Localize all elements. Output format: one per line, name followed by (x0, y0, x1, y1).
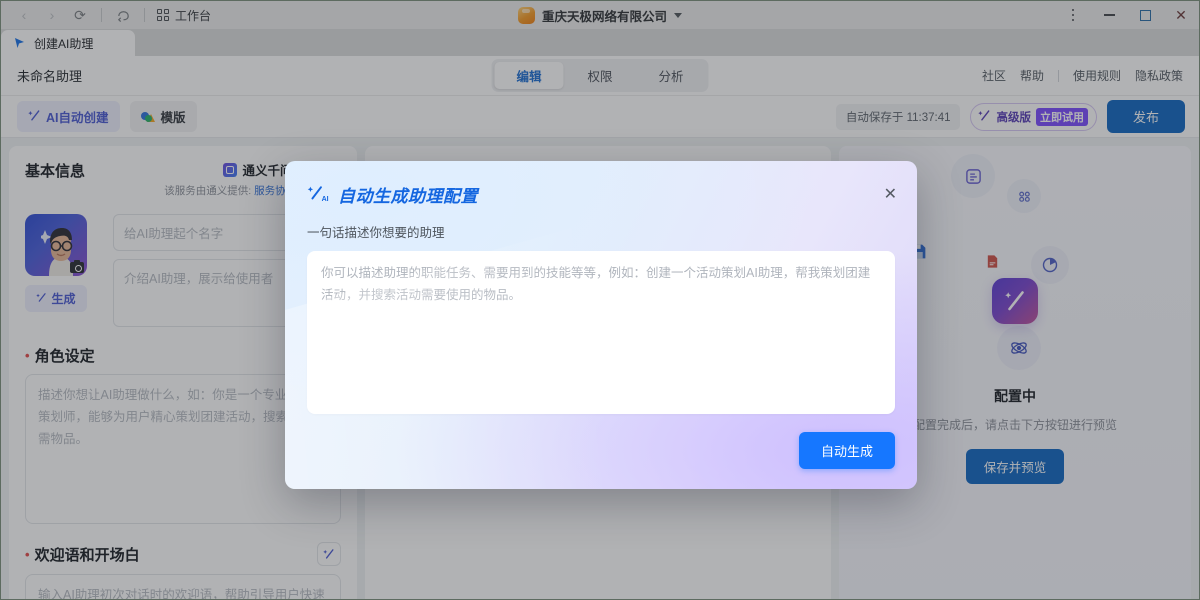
svg-text:AI: AI (322, 196, 329, 203)
dialog-footer: 自动生成 (285, 414, 917, 469)
dialog-header: AI 自动生成助理配置 ✕ (285, 161, 917, 207)
dialog-title: 自动生成助理配置 (338, 182, 478, 207)
auto-generate-button[interactable]: 自动生成 (799, 432, 895, 469)
dialog-field-label: 一句话描述你想要的助理 (285, 207, 917, 241)
ai-sparkle-icon: AI (307, 185, 329, 204)
assistant-description-textarea[interactable]: 你可以描述助理的职能任务、需要用到的技能等等，例如：创建一个活动策划AI助理，帮… (307, 251, 895, 414)
close-icon[interactable]: ✕ (884, 187, 897, 203)
auto-generate-config-dialog: AI 自动生成助理配置 ✕ 一句话描述你想要的助理 你可以描述助理的职能任务、需… (285, 161, 917, 489)
app-window: ‹ › ⟳ 工作台 重庆天极网络有限公司 ✕ (0, 0, 1200, 600)
